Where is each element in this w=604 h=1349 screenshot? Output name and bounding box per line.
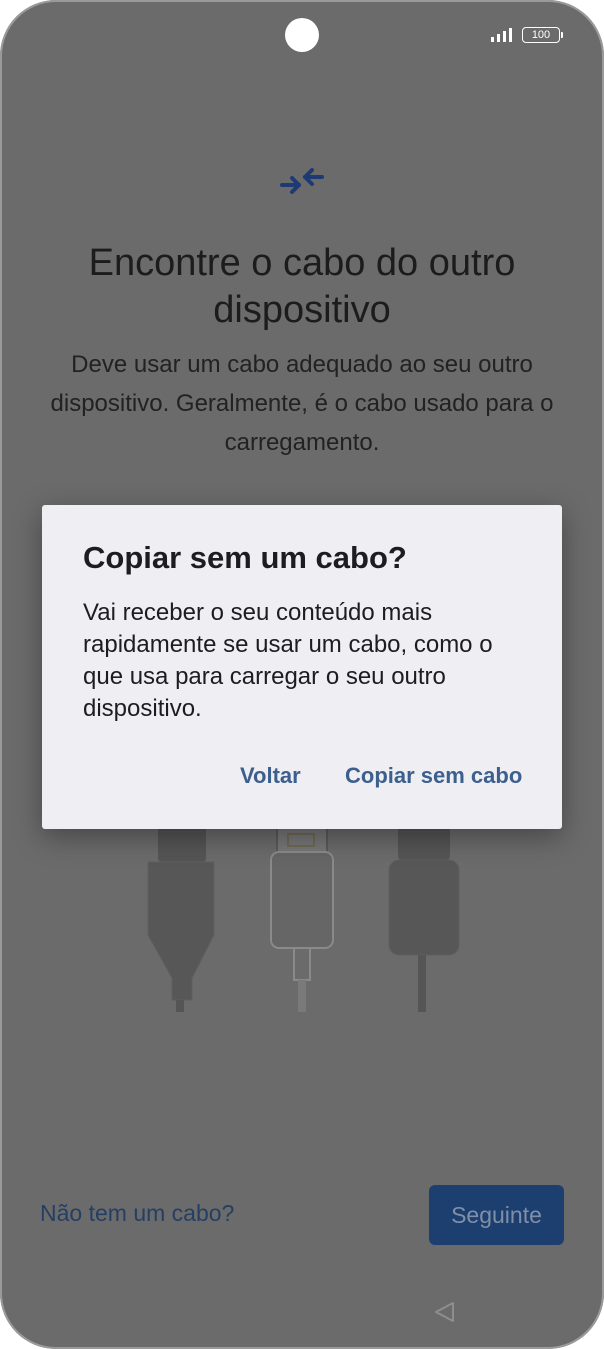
front-camera (285, 18, 319, 52)
connect-arrows-icon (280, 168, 324, 194)
no-cable-link[interactable]: Não tem um cabo? (40, 1200, 234, 1227)
page-subtitle: Deve usar um cabo adequado ao seu outro … (50, 351, 554, 456)
cable-connectors-illustration (147, 820, 460, 1012)
dialog-title: Copiar sem um cabo? (83, 540, 407, 575)
copy-without-cable-dialog: Copiar sem um cabo? Vai receber o seu co… (42, 505, 562, 829)
page-title: Encontre o cabo do outro dispositivo (88, 242, 516, 331)
battery-icon: 100 (522, 27, 563, 43)
copy-without-cable-button[interactable]: Copiar sem cabo (345, 763, 522, 789)
back-triangle-icon[interactable] (433, 1300, 457, 1324)
phone-screen: 100 Encontre o cabo do outro dispositivo… (0, 0, 604, 1349)
next-button[interactable]: Seguinte (429, 1185, 564, 1245)
dialog-message: Vai receber o seu conteúdo mais rapidame… (83, 599, 493, 722)
signal-bars-icon (491, 28, 512, 42)
status-bar: 100 (491, 26, 563, 44)
back-button[interactable]: Voltar (240, 763, 301, 789)
